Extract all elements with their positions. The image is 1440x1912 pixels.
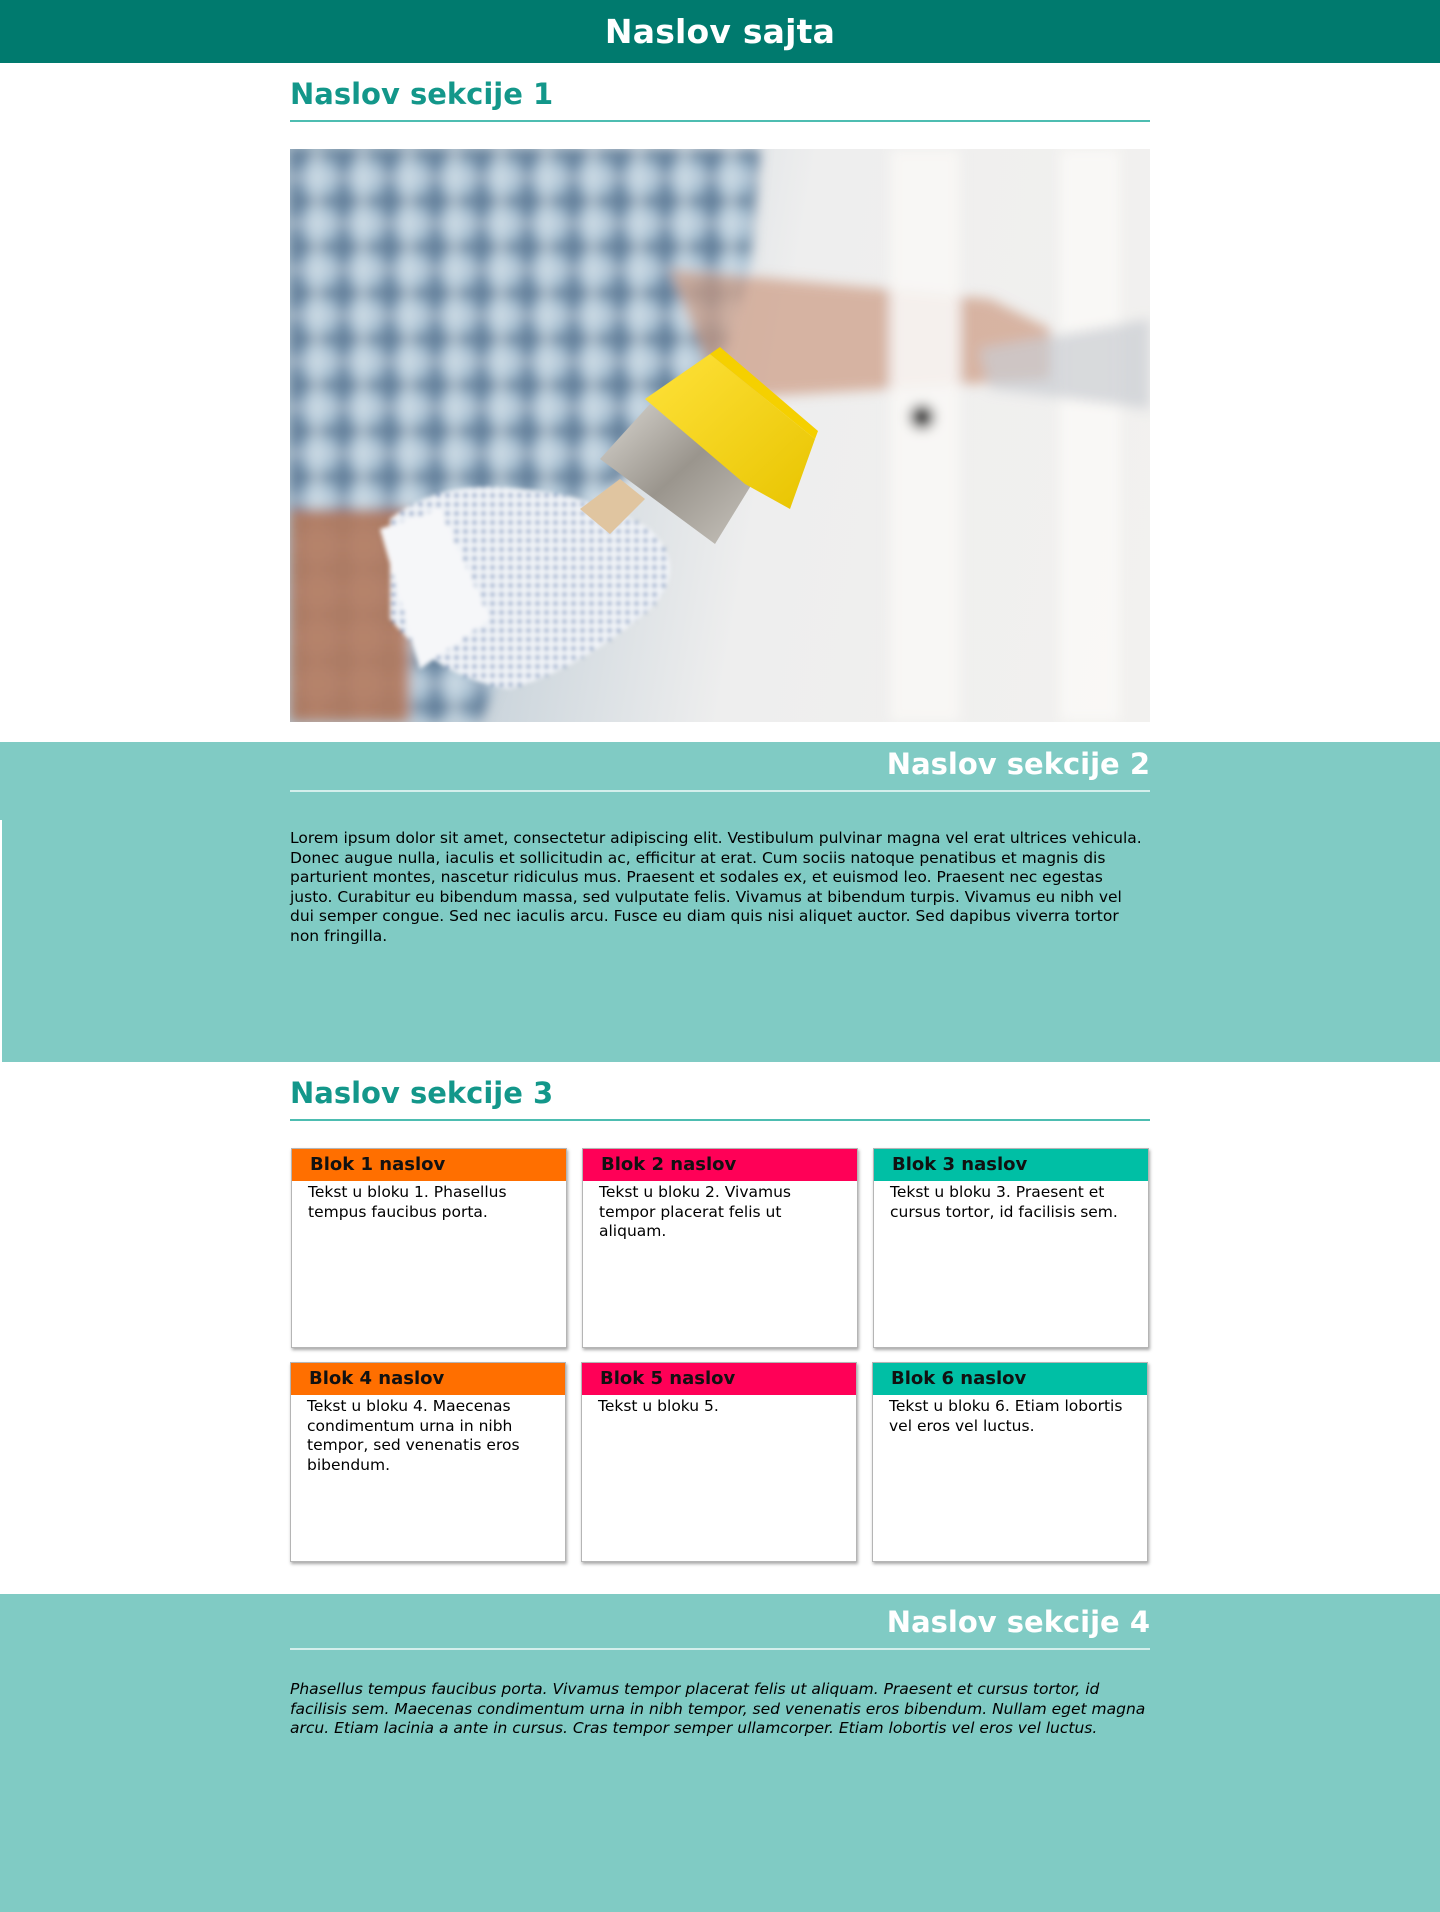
block-3: Blok 3 naslov Tekst u bloku 3. Praesent … (873, 1148, 1149, 1348)
block-2: Blok 2 naslov Tekst u bloku 2. Vivamus t… (582, 1148, 858, 1348)
block-3-text: Tekst u bloku 3. Praesent et cursus tort… (890, 1183, 1118, 1221)
block-2-title: Blok 2 naslov (583, 1149, 857, 1181)
block-4-title: Blok 4 naslov (291, 1363, 565, 1395)
block-5: Blok 5 naslov Tekst u bloku 5. (581, 1362, 857, 1562)
block-5-title: Blok 5 naslov (582, 1363, 856, 1395)
block-3-title: Blok 3 naslov (874, 1149, 1148, 1181)
block-4: Blok 4 naslov Tekst u bloku 4. Maecenas … (290, 1362, 566, 1562)
section-4-text: Phasellus tempus faucibus porta. Vivamus… (290, 1680, 1146, 1737)
section-2-title: Naslov sekcije 2 (886, 747, 1150, 781)
band-edge-line (0, 820, 2, 1062)
section-3-header: Naslov sekcije 3 (290, 1071, 1150, 1121)
section-2-text: Lorem ipsum dolor sit amet, consectetur … (290, 829, 1142, 945)
section-1-title: Naslov sekcije 1 (290, 77, 554, 111)
block-1: Blok 1 naslov Tekst u bloku 1. Phasellus… (291, 1148, 567, 1348)
block-5-text: Tekst u bloku 5. (598, 1397, 719, 1415)
block-4-text: Tekst u bloku 4. Maecenas condimentum ur… (307, 1397, 520, 1474)
block-2-text: Tekst u bloku 2. Vivamus tempor placerat… (599, 1183, 792, 1240)
block-1-title: Blok 1 naslov (292, 1149, 566, 1181)
section-4-title: Naslov sekcije 4 (886, 1605, 1150, 1639)
block-6-text: Tekst u bloku 6. Etiam lobortis vel eros… (889, 1397, 1123, 1435)
section-3-title: Naslov sekcije 3 (290, 1076, 554, 1110)
section-2-header: Naslov sekcije 2 (290, 742, 1150, 792)
block-1-text: Tekst u bloku 1. Phasellus tempus faucib… (308, 1183, 507, 1221)
site-title: Naslov sajta (604, 12, 836, 51)
hero-image-painter-brush (290, 149, 1150, 722)
block-6-title: Blok 6 naslov (873, 1363, 1147, 1395)
site-header: Naslov sajta (0, 0, 1440, 63)
section-1-header: Naslov sekcije 1 (290, 72, 1150, 122)
section-4-header: Naslov sekcije 4 (290, 1600, 1150, 1650)
block-6: Blok 6 naslov Tekst u bloku 6. Etiam lob… (872, 1362, 1148, 1562)
